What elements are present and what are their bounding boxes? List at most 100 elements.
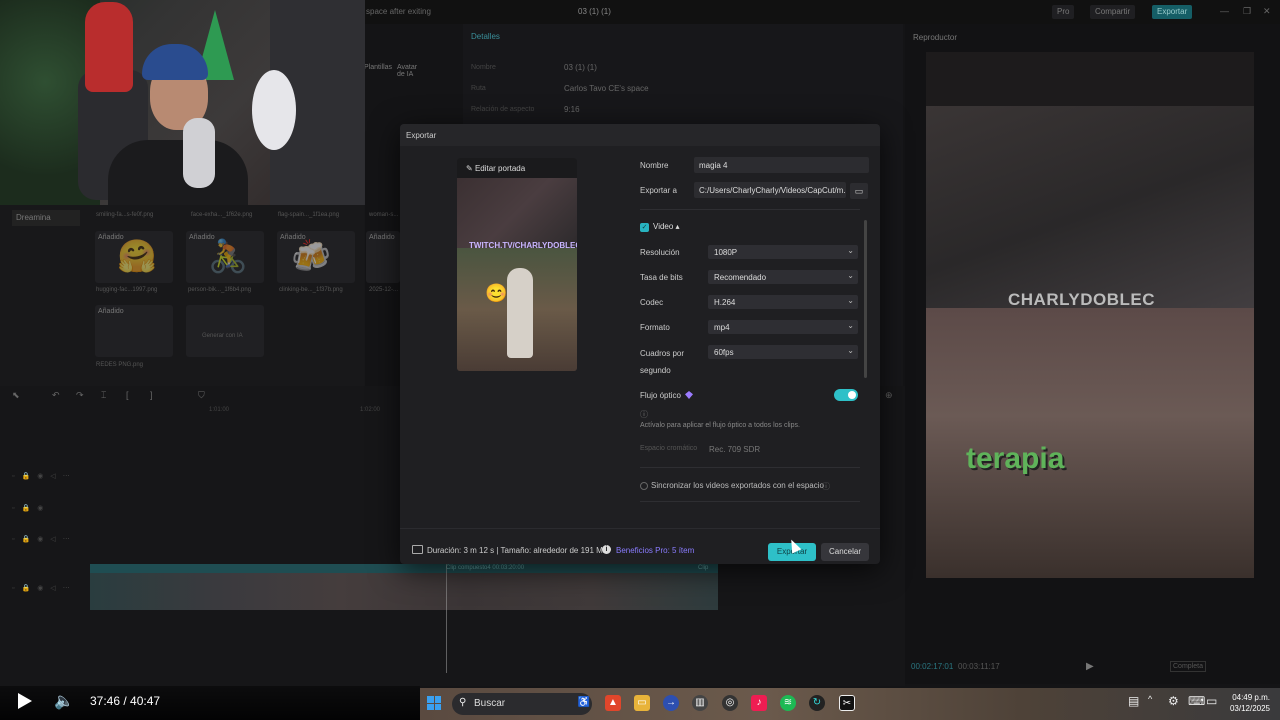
zoom-icon[interactable]: ⊕ bbox=[885, 390, 893, 401]
asset-thumbnail[interactable]: Añadido 🚴 bbox=[186, 231, 264, 283]
tiktok-icon[interactable]: ♪ bbox=[751, 695, 767, 711]
track-controls[interactable]: ▫🔒◉◁⋯ bbox=[12, 584, 77, 592]
volume-icon[interactable]: 🔈 bbox=[54, 691, 74, 711]
obs-icon[interactable]: ◎ bbox=[722, 695, 738, 711]
track-controls[interactable]: ▫🔒◉◁⋯ bbox=[12, 535, 77, 543]
folder-icon[interactable]: ▭ bbox=[850, 183, 868, 199]
space-note: space after exiting bbox=[366, 7, 431, 16]
select-value: H.264 bbox=[714, 298, 736, 307]
video-checkbox[interactable]: ✓ bbox=[640, 223, 649, 232]
video-section-label[interactable]: Video ▴ bbox=[653, 222, 680, 231]
split-icon[interactable]: ⌶ bbox=[101, 390, 106, 401]
streamer-body bbox=[108, 140, 248, 205]
maximize-icon[interactable]: ❐ bbox=[1243, 6, 1251, 17]
brave-icon[interactable]: ▲ bbox=[605, 695, 621, 711]
chat-icon[interactable]: ▤ bbox=[1128, 694, 1139, 708]
trim-left-icon[interactable]: [ bbox=[126, 390, 129, 400]
minimize-icon[interactable]: — bbox=[1220, 6, 1229, 16]
export-path-field[interactable]: C:/Users/CharlyCharly/Videos/CapCut/m... bbox=[694, 182, 846, 198]
capcut-icon[interactable]: ✂ bbox=[839, 695, 855, 711]
select-value: Recomendado bbox=[714, 273, 767, 282]
asset-thumbnail[interactable]: Añadido 🤗 bbox=[95, 231, 173, 283]
added-tag: Añadido bbox=[369, 234, 395, 241]
clock-date: 03/12/2025 bbox=[1229, 704, 1270, 713]
app-icon[interactable]: ▥ bbox=[692, 695, 708, 711]
cover-preview[interactable]: ✎ Editar portada TWITCH.TV/CHARLYDOBLEC … bbox=[457, 158, 577, 371]
file-explorer-icon[interactable]: ▭ bbox=[634, 695, 650, 711]
chevron-down-icon: ⌄ bbox=[847, 321, 854, 330]
bitrate-select[interactable]: Recomendado ⌄ bbox=[708, 270, 858, 284]
export-top-button[interactable]: Exportar bbox=[1152, 5, 1193, 19]
setting-label: Formato bbox=[640, 323, 670, 332]
play-icon[interactable]: ▶ bbox=[1086, 661, 1094, 672]
asset-label: person-bik..._1f6b4.png bbox=[188, 287, 252, 293]
help-icon[interactable]: ⓘ bbox=[822, 481, 830, 492]
pro-benefits-link[interactable]: Beneficios Pro: 5 ítem bbox=[616, 546, 694, 555]
track-controls[interactable]: ▫🔒◉ bbox=[12, 504, 50, 512]
track-controls[interactable]: ▫🔒◉◁⋯ bbox=[12, 472, 77, 480]
asset-label: 2025-12-... bbox=[369, 287, 399, 293]
detail-value: Carlos Tavo CE's space bbox=[564, 84, 649, 93]
cancel-button[interactable]: Cancelar bbox=[821, 543, 869, 561]
gear-icon[interactable]: ⚙ bbox=[1168, 694, 1179, 708]
sync-checkbox[interactable] bbox=[640, 482, 648, 490]
optical-flow-label: Flujo óptico bbox=[640, 391, 681, 400]
codec-select[interactable]: H.264 ⌄ bbox=[708, 295, 858, 309]
format-select[interactable]: mp4 ⌄ bbox=[708, 320, 858, 334]
search-placeholder: Buscar bbox=[474, 698, 506, 709]
redo-icon[interactable]: ↷ bbox=[76, 390, 84, 401]
toggle-knob bbox=[848, 391, 856, 399]
accessibility-app-icon[interactable]: ♿ bbox=[576, 695, 592, 711]
ruler-tick: 1:02:00 bbox=[360, 407, 381, 413]
fit-button[interactable]: Completa bbox=[1170, 661, 1206, 672]
webcam-overlay bbox=[0, 0, 365, 205]
info-icon: ⓘ bbox=[640, 410, 648, 419]
settings-scrollbar[interactable] bbox=[864, 220, 867, 378]
arrow-app-icon[interactable]: → bbox=[663, 695, 679, 711]
generate-ai-tile[interactable]: Generar con IA bbox=[186, 305, 264, 357]
detail-label: Nombre bbox=[471, 64, 496, 71]
cover-person bbox=[507, 268, 533, 358]
asset-thumbnail[interactable]: Añadido bbox=[366, 231, 400, 283]
spotify-icon[interactable]: ≋ bbox=[780, 695, 796, 711]
asset-thumbnail[interactable]: Añadido bbox=[95, 305, 173, 357]
taskbar-search[interactable]: ⚲ Buscar bbox=[452, 693, 592, 715]
smile-emoji-icon: 😊 bbox=[485, 283, 508, 303]
share-button[interactable]: Compartir bbox=[1090, 5, 1136, 19]
resolution-select[interactable]: 1080P ⌄ bbox=[708, 245, 858, 259]
tab-templates[interactable]: Plantillas bbox=[364, 64, 392, 71]
tab-ai-avatar[interactable]: Avatar de IA bbox=[397, 64, 417, 78]
play-icon[interactable] bbox=[18, 693, 32, 709]
video-preview[interactable]: CHARLYDOBLEC terapia bbox=[926, 52, 1254, 578]
timeline-clip[interactable] bbox=[90, 564, 718, 610]
edit-cover-button[interactable]: ✎ Editar portada bbox=[457, 158, 577, 178]
playback-time: 37:46 / 40:47 bbox=[90, 694, 161, 708]
export-dialog: Exportar ✎ Editar portada TWITCH.TV/CHAR… bbox=[400, 124, 880, 564]
chevron-up-icon[interactable]: ^ bbox=[1148, 694, 1152, 704]
clock-time: 04:49 p.m. bbox=[1232, 693, 1270, 702]
optical-flow-toggle[interactable] bbox=[834, 389, 858, 401]
shield-icon[interactable]: ⛉ bbox=[198, 390, 205, 401]
display-icon[interactable]: ▭ bbox=[1206, 694, 1217, 708]
pro-button[interactable]: Pro bbox=[1052, 5, 1075, 19]
fps-select[interactable]: 60fps ⌄ bbox=[708, 345, 858, 359]
dreamina-item[interactable]: Dreamina bbox=[12, 210, 80, 226]
taskbar-clock[interactable]: 04:49 p.m. 03/12/2025 bbox=[1226, 692, 1270, 714]
name-input[interactable] bbox=[694, 157, 869, 173]
trim-right-icon[interactable]: ] bbox=[150, 390, 153, 400]
close-icon[interactable]: ✕ bbox=[1263, 6, 1271, 17]
asset-thumbnail[interactable]: Añadido 🍻 bbox=[277, 231, 355, 283]
instagram-handle: CHARLYDOBLEC bbox=[1008, 290, 1156, 309]
current-time: 00:02:17:01 bbox=[911, 662, 954, 671]
select-tool-icon[interactable]: ⬉ bbox=[12, 390, 20, 401]
keyboard-icon[interactable]: ⌨ bbox=[1188, 694, 1205, 708]
person-biking-icon: 🚴 bbox=[208, 238, 248, 274]
total-time: 00:03:11:17 bbox=[958, 662, 1000, 671]
undo-icon[interactable]: ↶ bbox=[52, 390, 60, 401]
divider bbox=[640, 501, 860, 502]
refresh-app-icon[interactable]: ↻ bbox=[809, 695, 825, 711]
player-header: Reproductor bbox=[913, 33, 958, 42]
overlay-text: terapia bbox=[966, 442, 1065, 475]
chevron-down-icon: ⌄ bbox=[847, 346, 854, 355]
windows-start-icon[interactable] bbox=[427, 696, 441, 710]
